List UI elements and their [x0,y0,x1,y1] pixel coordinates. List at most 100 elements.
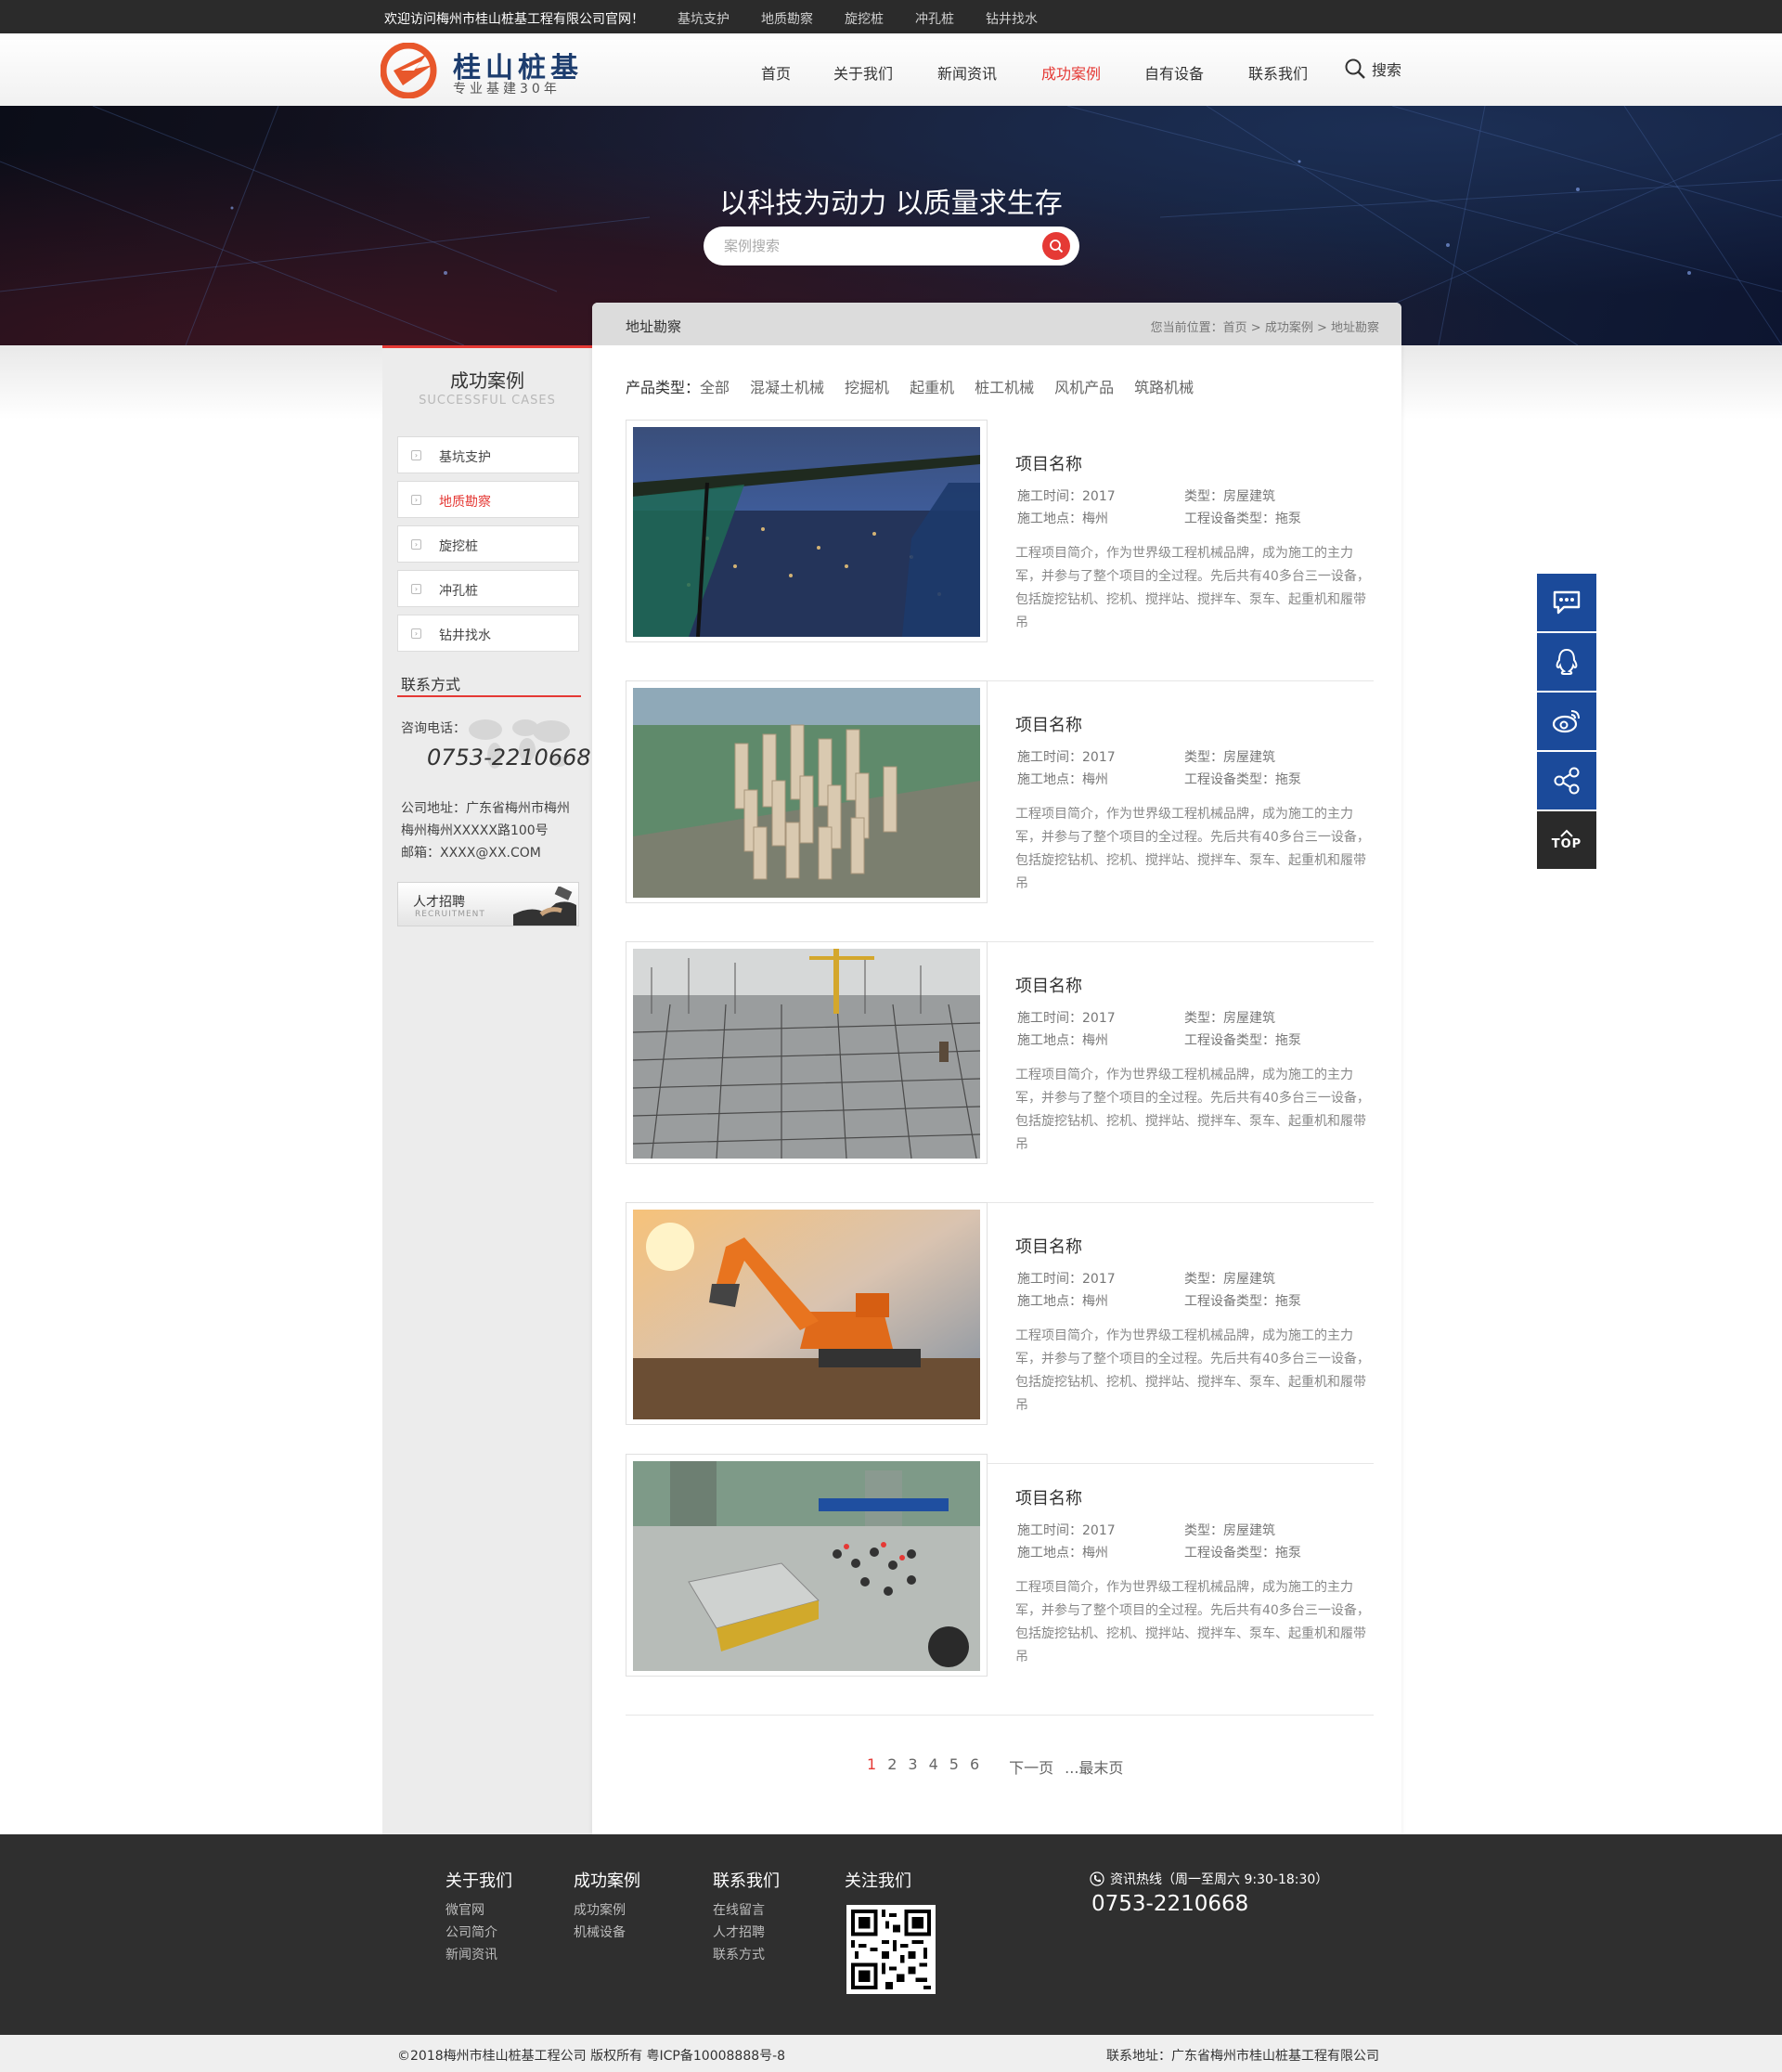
sidebar: 成功案例 SUCCESSFUL CASES › 基坑支护 › 地质勘察 › 旋挖… [382,345,592,1834]
nav-about[interactable]: 关于我们 [833,61,893,84]
page-1[interactable]: 1 [867,1755,876,1778]
case-name[interactable]: 项目名称 [1015,973,1082,997]
rebar-foundation-image [633,949,980,1159]
case-type: 类型：房屋建筑 [1184,1523,1275,1538]
hotline-text: 资讯热线（周一至周六 9:30-18:30） [1110,1872,1329,1887]
filter-label: 产品类型： [626,379,701,396]
page-5[interactable]: 5 [949,1755,959,1778]
recruitment-subtitle: RECRUITMENT [415,910,485,919]
footer-column-title: 联系我们 [713,1871,780,1891]
nav-contact[interactable]: 联系我们 [1248,61,1308,84]
case-image[interactable] [626,1202,988,1425]
case-equipment: 工程设备类型：拖泵 [1184,1033,1301,1048]
recruitment-banner[interactable]: 人才招聘 RECRUITMENT [397,882,579,926]
case-name[interactable]: 项目名称 [1015,1485,1082,1509]
arrow-icon: › [411,450,421,460]
next-page-link[interactable]: 下一页 [1009,1755,1053,1778]
footer-link[interactable]: 在线留言 [713,1899,780,1922]
contact-address-line1: 公司地址：广东省梅州市梅州 [401,801,570,816]
case-image[interactable] [626,680,988,903]
case-time: 施工时间：2017 [1017,750,1116,765]
quick-link-foundation-pit[interactable]: 基坑支护 [678,9,730,28]
share-button[interactable] [1537,752,1596,809]
nav-equipment[interactable]: 自有设备 [1144,61,1204,84]
footer-column-follow: 关注我们 [845,1868,911,1899]
filter-pile-machinery[interactable]: 桩工机械 [975,375,1034,397]
nav-news[interactable]: 新闻资讯 [937,61,997,84]
case-equipment: 工程设备类型：拖泵 [1184,512,1301,526]
case-place: 施工地点：梅州 [1017,772,1108,787]
case-search-input[interactable] [724,237,1030,255]
filter-excavator[interactable]: 挖掘机 [845,375,889,397]
footer-link[interactable]: 新闻资讯 [446,1944,512,1966]
case-type: 类型：房屋建筑 [1184,1011,1275,1026]
footer-column-title: 关于我们 [446,1871,512,1891]
quick-links: 基坑支护 地质勘察 旋挖桩 冲孔桩 钻井找水 [678,9,1069,28]
filter-all[interactable]: 全部 [700,375,730,397]
sidebar-item-label: 旋挖桩 [439,539,478,554]
online-chat-button[interactable] [1537,574,1596,631]
back-to-top-button[interactable]: TOP [1537,811,1596,869]
weibo-button[interactable] [1537,693,1596,750]
case-search-button[interactable] [1042,232,1070,260]
case-item: 项目名称 施工时间：2017 类型：房屋建筑 施工地点：梅州 工程设备类型：拖泵… [626,1454,1374,1716]
case-image[interactable] [626,1454,988,1677]
sidebar-item-geological-survey[interactable]: › 地质勘察 [397,481,579,518]
sidebar-item-well-drilling[interactable]: › 钻井找水 [397,615,579,652]
quick-link-rotary-pile[interactable]: 旋挖桩 [845,9,884,28]
case-intro: 工程项目简介，作为世界级工程机械品牌，成为施工的主力军，并参与了整个项目的全过程… [1015,1068,1370,1152]
sidebar-item-label: 基坑支护 [439,450,491,465]
last-page-link[interactable]: ...最末页 [1065,1755,1123,1778]
page-4[interactable]: 4 [929,1755,938,1778]
header-search-button[interactable]: 搜索 [1344,58,1401,80]
quick-link-punched-pile[interactable]: 冲孔桩 [915,9,954,28]
filter-road-machinery[interactable]: 筑路机械 [1134,375,1194,397]
filter-fan-products[interactable]: 风机产品 [1054,375,1114,397]
page-2[interactable]: 2 [887,1755,897,1778]
qq-button[interactable] [1537,633,1596,691]
welcome-text: 欢迎访问梅州市桂山桩基工程有限公司官网！ [384,12,644,27]
case-image[interactable] [626,941,988,1164]
quick-link-well-drilling[interactable]: 钻井找水 [986,9,1038,28]
footer-link[interactable]: 联系方式 [713,1944,780,1966]
case-image[interactable] [626,420,988,642]
sidebar-item-foundation-pit[interactable]: › 基坑支护 [397,436,579,473]
hotline-number[interactable]: 0753-2210668 [1091,1892,1248,1916]
case-intro: 工程项目简介，作为世界级工程机械品牌，成为施工的主力军，并参与了整个项目的全过程… [1015,546,1370,630]
sidebar-subtitle: SUCCESSFUL CASES [419,394,556,408]
sidebar-item-punched-pile[interactable]: › 冲孔桩 [397,570,579,607]
page-3[interactable]: 3 [908,1755,917,1778]
footer-column-about: 关于我们 微官网 公司简介 新闻资讯 [446,1868,512,1966]
case-name[interactable]: 项目名称 [1015,451,1082,475]
contact-heading: 联系方式 [401,676,461,693]
page-6[interactable]: 6 [970,1755,979,1778]
product-type-filter: 产品类型： 全部 混凝土机械 挖掘机 起重机 桩工机械 风机产品 筑路机械 [626,375,1194,397]
phone-icon [1090,1871,1104,1886]
case-time: 施工时间：2017 [1017,489,1116,504]
contact-phone[interactable]: 0753-2210668 [427,745,591,771]
sidebar-item-label: 地质勘察 [439,495,491,510]
footer-link[interactable]: 成功案例 [574,1899,640,1922]
footer-link[interactable]: 公司简介 [446,1922,512,1944]
filter-concrete-machinery[interactable]: 混凝土机械 [750,375,824,397]
banner-title: 以科技为动力 以质量求生存 [719,188,1063,220]
contact-divider [397,695,581,697]
footer-link[interactable]: 人才招聘 [713,1922,780,1944]
logo-icon[interactable] [380,42,438,99]
case-place: 施工地点：梅州 [1017,1546,1108,1560]
footer-link[interactable]: 微官网 [446,1899,512,1922]
case-type: 类型：房屋建筑 [1184,750,1275,765]
case-name[interactable]: 项目名称 [1015,1234,1082,1258]
filter-crane[interactable]: 起重机 [910,375,954,397]
main-panel: 地址勘察 您当前位置：首页 > 成功案例 > 地址勘察 产品类型： 全部 混凝土… [592,303,1401,1834]
case-name[interactable]: 项目名称 [1015,712,1082,736]
quick-link-geological-survey[interactable]: 地质勘察 [761,9,813,28]
nav-home[interactable]: 首页 [761,61,791,84]
phone-label: 咨询电话： [401,721,466,736]
footer-link[interactable]: 机械设备 [574,1922,640,1944]
nav-cases[interactable]: 成功案例 [1041,61,1101,84]
sidebar-item-rotary-pile[interactable]: › 旋挖桩 [397,525,579,563]
case-place: 施工地点：梅州 [1017,1294,1108,1309]
breadcrumb[interactable]: 您当前位置：首页 > 成功案例 > 地址勘察 [1151,317,1379,335]
case-place: 施工地点：梅州 [1017,1033,1108,1048]
